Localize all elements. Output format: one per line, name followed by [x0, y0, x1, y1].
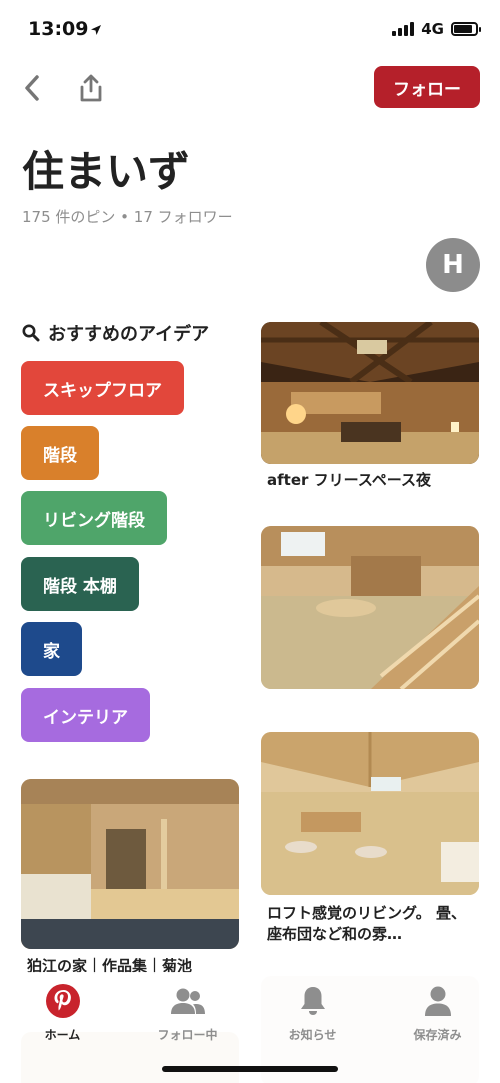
tab-label: お知らせ [288, 1028, 337, 1042]
person-icon [424, 986, 451, 1016]
idea-chip-interior[interactable]: インテリア [21, 688, 150, 742]
idea-chip-label: 階段 本棚 [43, 576, 117, 597]
tab-home[interactable]: ホーム [0, 982, 125, 1046]
tab-label: ホーム [44, 1028, 81, 1042]
bell-icon [300, 987, 325, 1015]
battery-icon [451, 22, 481, 36]
search-icon [22, 324, 40, 342]
ideas-heading: おすすめのアイデア [22, 320, 209, 346]
pinterest-icon [45, 984, 80, 1018]
tab-saved[interactable]: 保存済み [375, 982, 500, 1046]
owner-avatar[interactable]: H [426, 238, 480, 292]
pin-image[interactable] [21, 779, 239, 949]
idea-chip-label: 階段 [43, 445, 77, 466]
share-icon [80, 74, 102, 102]
network-type: 4G [421, 20, 444, 38]
board-stats: 175 件のピン • 17 フォロワー [22, 208, 233, 226]
people-icon [170, 988, 205, 1014]
share-button[interactable] [76, 72, 106, 104]
tab-label: フォロー中 [157, 1028, 218, 1042]
idea-chip-label: スキップフロア [43, 380, 162, 401]
pin-image[interactable] [261, 322, 479, 464]
idea-chip-stair-bookshelf[interactable]: 階段 本棚 [21, 557, 139, 611]
pin-image[interactable] [261, 526, 479, 689]
pin-caption: after フリースペース夜 [267, 471, 432, 489]
chevron-left-icon [25, 75, 39, 101]
tab-notifications[interactable]: お知らせ [250, 982, 375, 1046]
pin-image[interactable] [261, 732, 479, 895]
signal-icon [392, 22, 415, 36]
home-indicator [162, 1066, 338, 1072]
idea-chip-label: 家 [43, 641, 60, 662]
idea-chip-skip-floor[interactable]: スキップフロア [21, 361, 184, 415]
pin-caption: ロフト感覚のリビング。 畳、座布団など和の雰… [267, 904, 467, 943]
idea-chip-house[interactable]: 家 [21, 622, 82, 676]
status-time: 13:09 [28, 18, 89, 40]
status-indicators: 4G [392, 20, 481, 38]
top-nav: フォロー [0, 66, 500, 110]
tab-label: 保存済み [413, 1028, 462, 1042]
idea-chip-stairs[interactable]: 階段 [21, 426, 99, 480]
back-button[interactable] [18, 72, 46, 104]
idea-chip-living-stairs[interactable]: リビング階段 [21, 491, 167, 545]
status-bar: 13:09 4G [0, 0, 500, 60]
tab-following[interactable]: フォロー中 [125, 982, 250, 1046]
follow-button[interactable]: フォロー [374, 66, 480, 108]
ideas-title: おすすめのアイデア [48, 324, 210, 345]
idea-chip-label: インテリア [43, 707, 128, 728]
location-arrow-icon [91, 25, 101, 35]
idea-chip-label: リビング階段 [43, 510, 145, 531]
board-title: 住まいず [22, 147, 191, 196]
